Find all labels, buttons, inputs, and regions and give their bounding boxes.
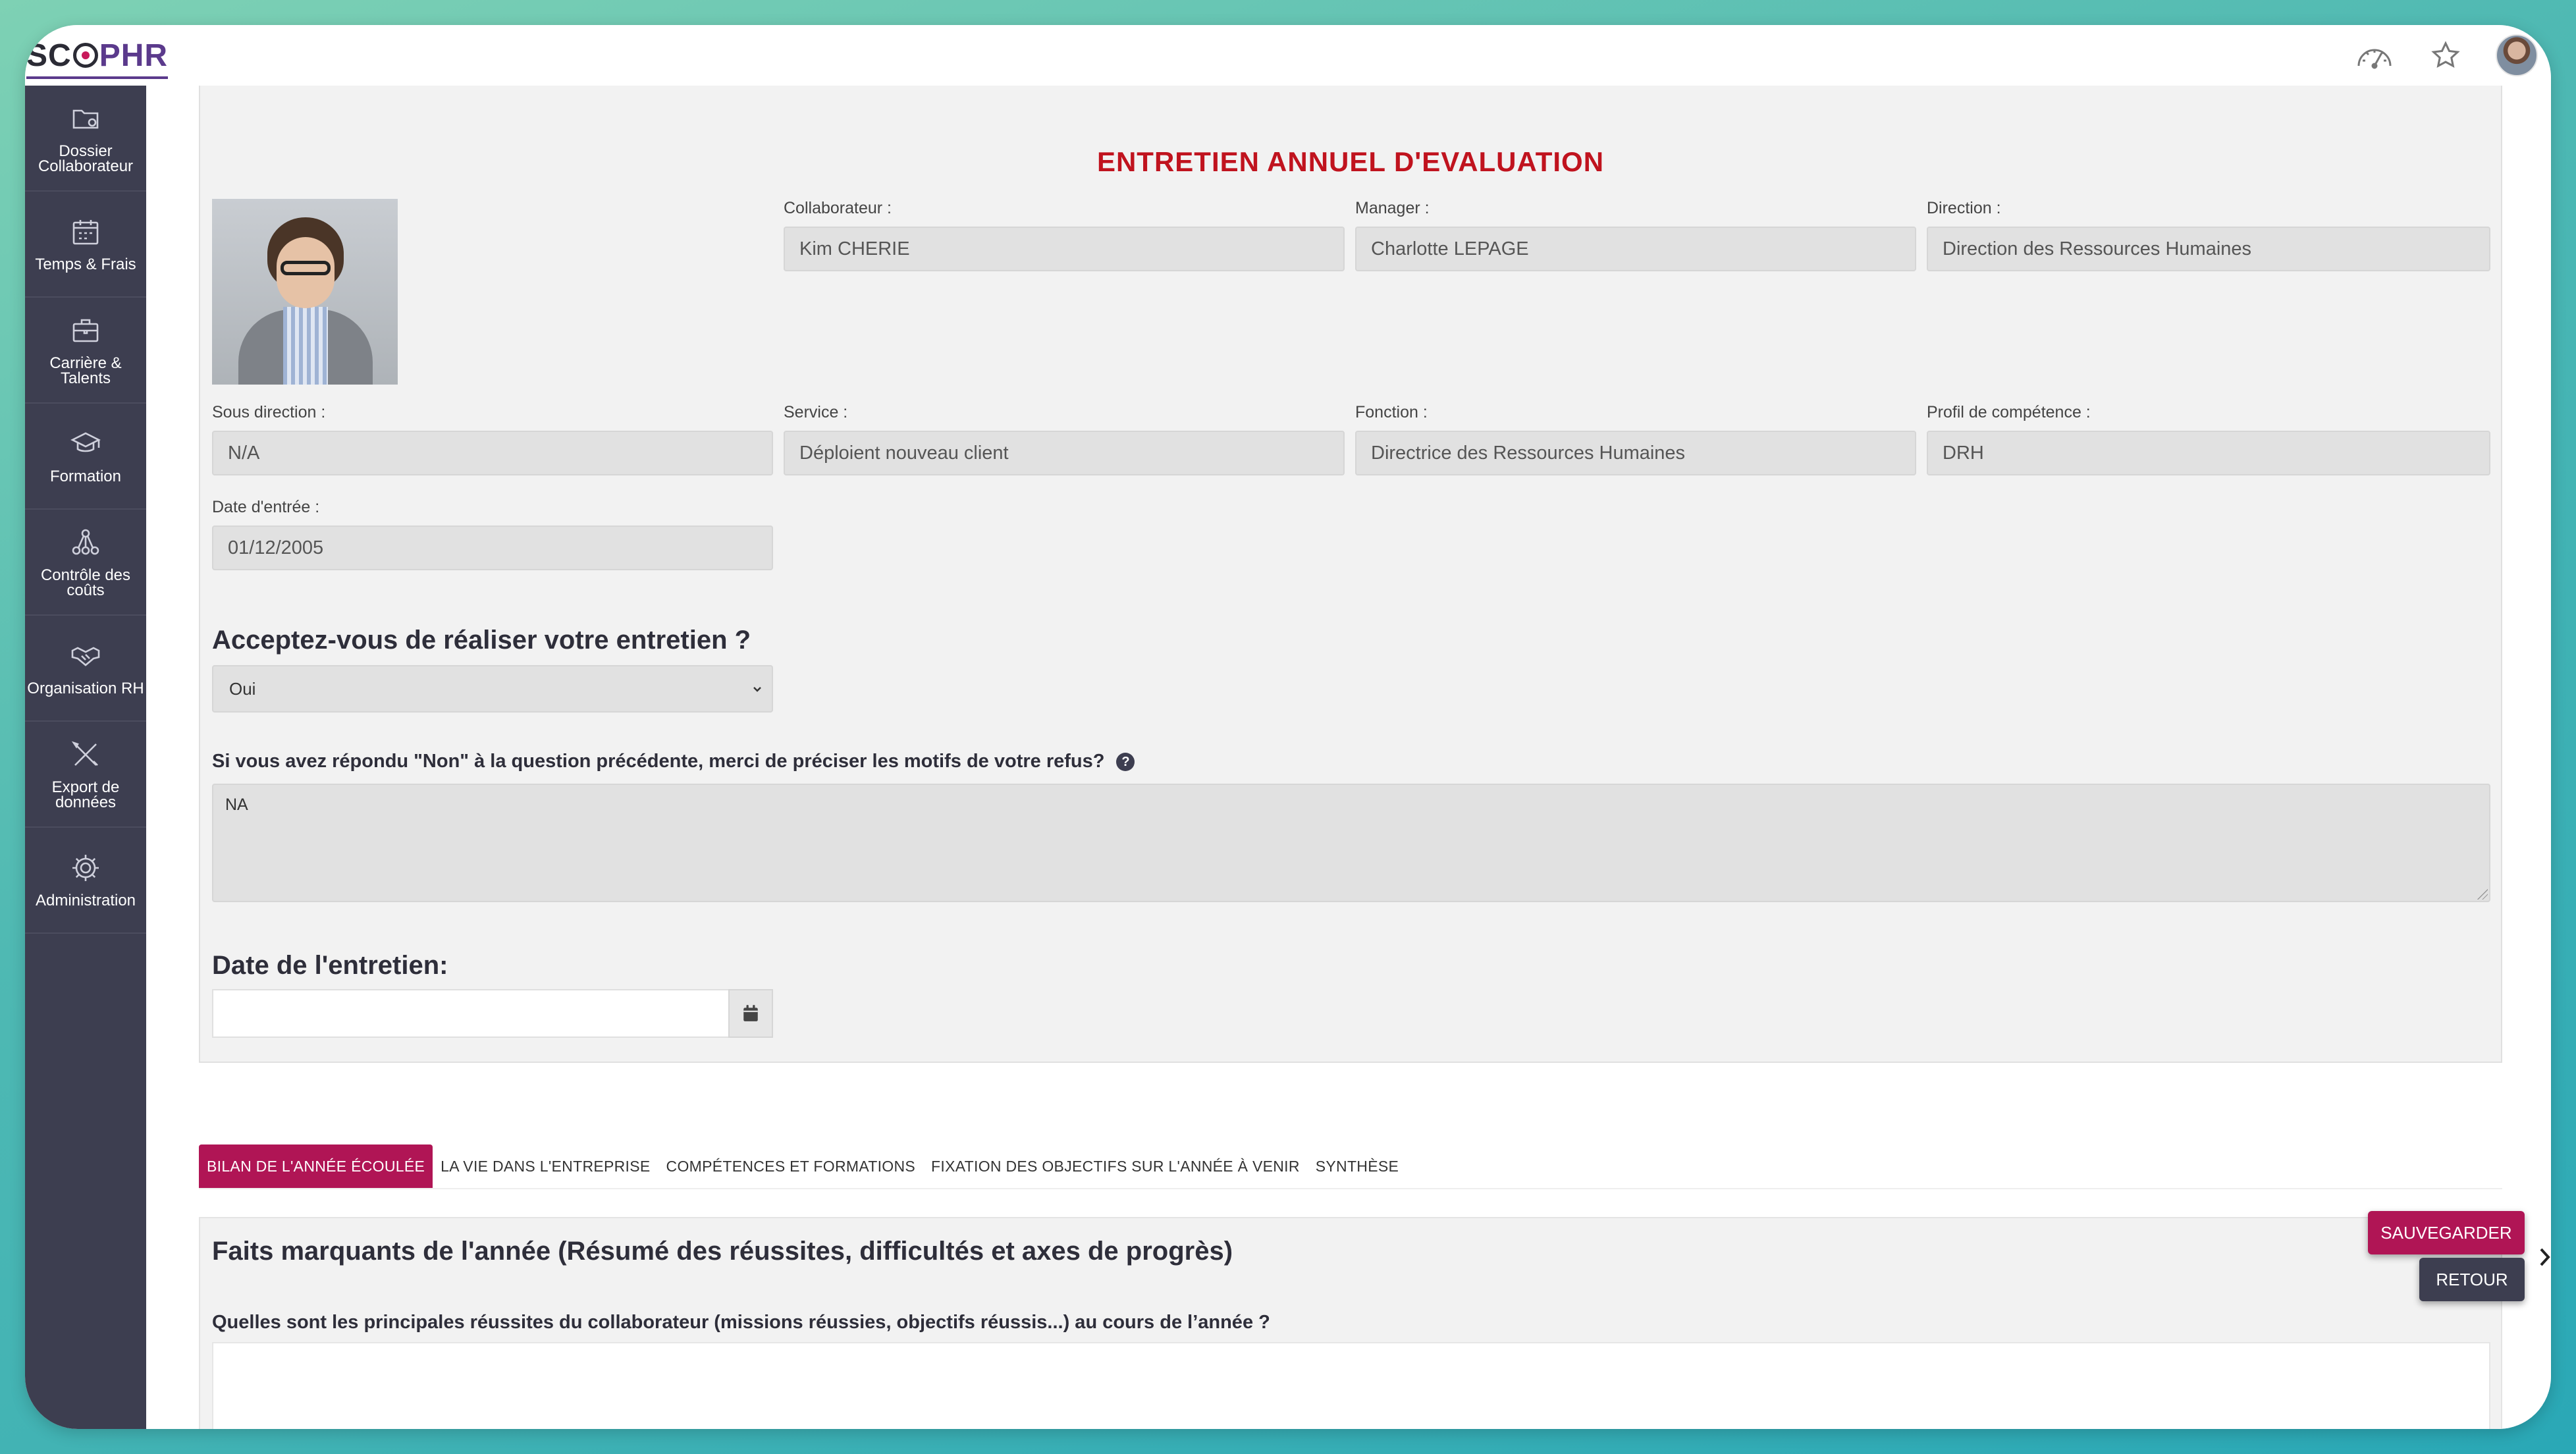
chevron-down-icon [753, 687, 761, 692]
fonction-field[interactable]: Directrice des Ressources Humaines [1355, 431, 1916, 475]
logo-underline [26, 76, 169, 79]
back-button[interactable]: RETOUR [2419, 1258, 2525, 1301]
date-question: Date de l'entretien: [212, 951, 448, 980]
manager-field[interactable]: Charlotte LEPAGE [1355, 227, 1916, 271]
sidebar-item-label: Temps & Frais [35, 256, 136, 273]
sous-direction-field[interactable]: N/A [212, 431, 773, 475]
sous-direction-label: Sous direction : [212, 403, 326, 421]
save-button[interactable]: SAUVEGARDER [2368, 1211, 2525, 1254]
sidebar-item-administration[interactable]: Administration [25, 828, 146, 934]
top-bar: SC PHR [25, 25, 2551, 86]
date-entree-label: Date d'entrée : [212, 498, 320, 516]
tab-vie-entreprise[interactable]: LA VIE DANS L'ENTREPRISE [433, 1144, 658, 1188]
user-avatar[interactable] [2496, 34, 2538, 76]
section-tabs: BILAN DE L'ANNÉE ÉCOULÉE LA VIE DANS L'E… [199, 1144, 2502, 1189]
handshake-icon [71, 647, 100, 666]
sidebar-item-controle[interactable]: Contrôle des coûts [25, 510, 146, 616]
main-content: ENTRETIEN ANNUEL D'EVALUATION Collaborat… [146, 86, 2551, 1429]
sidebar: Dossier Collaborateur Temps & Frais Carr… [25, 86, 146, 1429]
accept-question: Acceptez-vous de réaliser votre entretie… [212, 626, 751, 655]
graduation-cap-icon [70, 432, 101, 452]
folder-icon [72, 109, 99, 128]
logo-o-mark [72, 43, 98, 68]
sidebar-item-label: Export de données [51, 778, 120, 811]
logo-text-right: PHR [99, 38, 169, 73]
sidebar-item-label: Organisation RH [27, 680, 144, 697]
bilan-section-panel: Faits marquants de l'année (Résumé des r… [199, 1217, 2502, 1429]
page-title: ENTRETIEN ANNUEL D'EVALUATION [1096, 146, 1605, 177]
interview-date-input[interactable] [212, 989, 728, 1038]
service-label: Service : [784, 403, 848, 421]
sidebar-item-export[interactable]: Export de données [25, 722, 146, 828]
date-entree-field[interactable]: 01/12/2005 [212, 525, 773, 570]
tab-bilan[interactable]: BILAN DE L'ANNÉE ÉCOULÉE [199, 1144, 433, 1188]
sidebar-item-carriere[interactable]: Carrière & Talents [25, 298, 146, 404]
sidebar-item-label: Formation [49, 468, 122, 485]
sidebar-item-label: Carrière & Talents [49, 354, 122, 387]
tab-synthese[interactable]: SYNTHÈSE [1308, 1144, 1407, 1188]
sidebar-item-organisation[interactable]: Organisation RH [25, 616, 146, 722]
gear-icon [72, 855, 99, 881]
sidebar-item-temps[interactable]: Temps & Frais [25, 192, 146, 298]
accept-select[interactable]: Oui [212, 665, 773, 713]
tab-objectifs[interactable]: FIXATION DES OBJECTIFS SUR L'ANNÉE À VEN… [923, 1144, 1308, 1188]
collaborateur-label: Collaborateur : [784, 199, 892, 217]
sidebar-item-label: Administration [35, 892, 136, 909]
sidebar-item-dossier[interactable]: Dossier Collaborateur [25, 86, 146, 192]
help-icon[interactable]: ? [1116, 753, 1135, 772]
sidebar-item-label: Contrôle des coûts [40, 566, 131, 599]
sidebar-item-label: Dossier Collaborateur [38, 142, 134, 175]
reussites-question: Quelles sont les principales réussites d… [212, 1312, 1270, 1333]
calendar-icon [743, 1005, 758, 1021]
fonction-label: Fonction : [1355, 403, 1428, 421]
tab-competences[interactable]: COMPÉTENCES ET FORMATIONS [658, 1144, 924, 1188]
service-field[interactable]: Déploient nouveau client [784, 431, 1345, 475]
profil-field[interactable]: DRH [1927, 431, 2490, 475]
calendar-icon [72, 220, 99, 245]
network-icon [72, 529, 99, 554]
star-icon[interactable] [2425, 34, 2467, 76]
refusal-question-text: Si vous avez répondu "Non" à la question… [212, 751, 1105, 772]
app-window: SC PHR Dossier Collaborateur Temps & Fra… [25, 25, 2551, 1429]
refusal-textarea[interactable]: NA [212, 784, 2490, 902]
evaluation-form-panel: ENTRETIEN ANNUEL D'EVALUATION Collaborat… [199, 86, 2502, 1063]
collaborator-photo [212, 199, 398, 385]
sidebar-item-formation[interactable]: Formation [25, 404, 146, 510]
briefcase-icon [72, 319, 99, 342]
refusal-textarea-value: NA [225, 795, 248, 814]
accept-select-value: Oui [229, 678, 256, 699]
logo-text-left: SC [26, 38, 72, 73]
direction-field[interactable]: Direction des Ressources Humaines [1927, 227, 2490, 271]
scophr-logo[interactable]: SC PHR [26, 34, 169, 79]
collaborateur-field[interactable]: Kim CHERIE [784, 227, 1345, 271]
tools-icon [71, 741, 98, 766]
refusal-question: Si vous avez répondu "Non" à la question… [212, 751, 1135, 772]
chevron-right-icon[interactable] [2539, 1247, 2551, 1270]
calendar-button[interactable] [728, 989, 773, 1038]
manager-label: Manager : [1355, 199, 1430, 217]
reussites-textarea[interactable] [212, 1342, 2490, 1429]
top-icons [2353, 34, 2538, 76]
direction-label: Direction : [1927, 199, 2001, 217]
dashboard-gauge-icon[interactable] [2353, 34, 2396, 76]
section-title: Faits marquants de l'année (Résumé des r… [212, 1237, 1233, 1266]
profil-label: Profil de compétence : [1927, 403, 2091, 421]
resize-handle[interactable] [2477, 889, 2488, 900]
